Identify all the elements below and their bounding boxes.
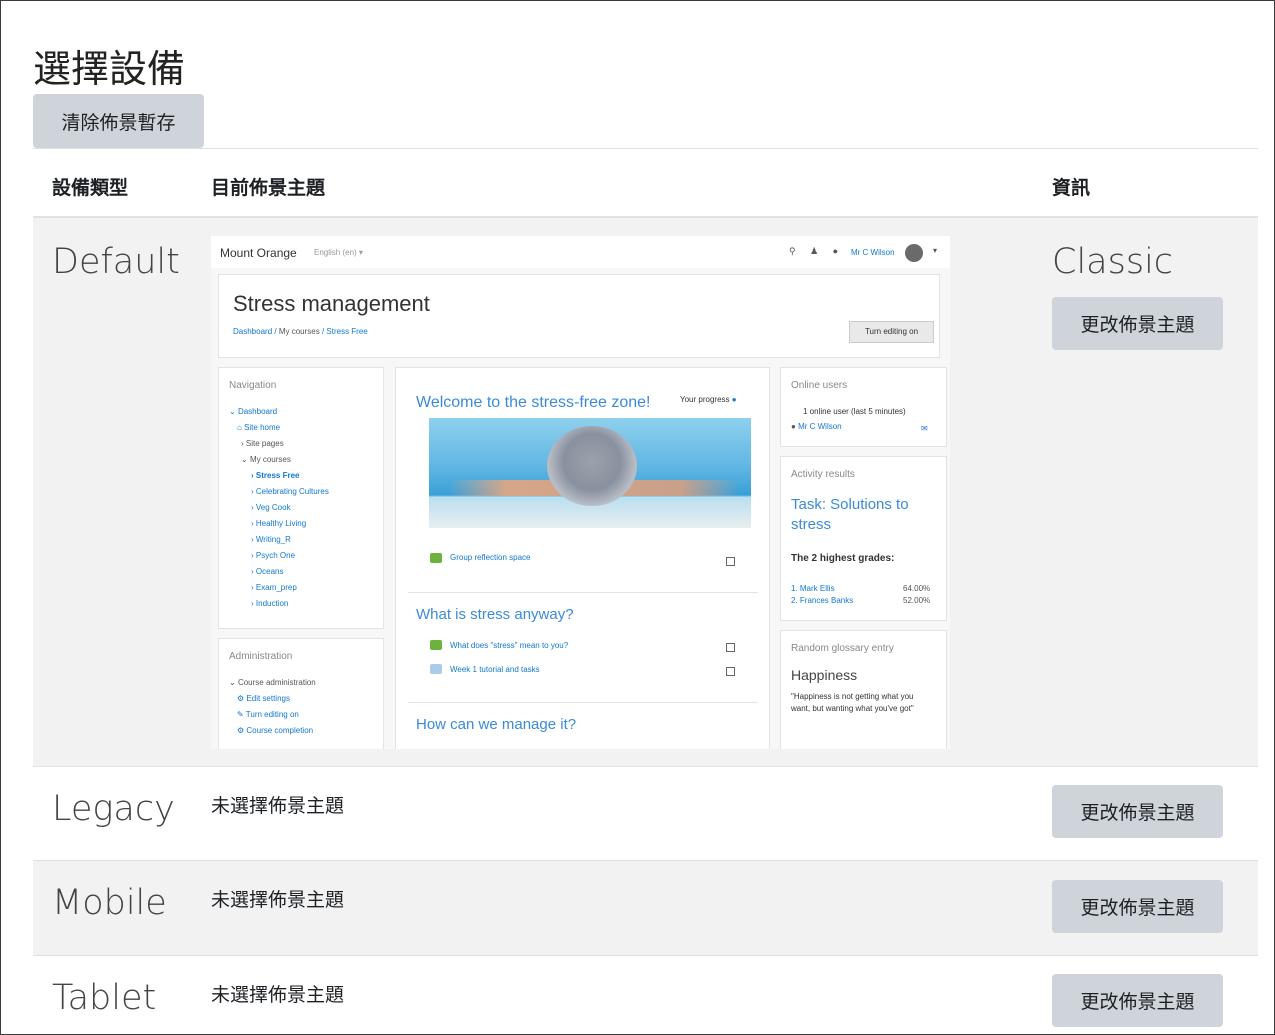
no-theme-selected: 未選擇佈景主題 (211, 889, 345, 911)
nav-item: ⌂ Site home (237, 423, 281, 432)
nav-item: › Induction (251, 599, 289, 608)
preview-progress: Your progress ● (680, 395, 737, 404)
preview-site-name: Mount Orange (220, 246, 297, 260)
preview-course-title: Stress management (233, 291, 430, 316)
preview-activity-title: Activity results (791, 469, 855, 480)
admin-item: ⚙ Edit settings (237, 694, 290, 703)
nav-item: › Stress Free (251, 471, 300, 480)
table-row-tablet: Tablet 未選擇佈景主題 更改佈景主題 (33, 956, 1258, 1035)
current-theme-name: Classic (1052, 242, 1174, 282)
avatar (905, 244, 923, 262)
preview-edit-button: Turn editing on (849, 321, 934, 343)
preview-activity-results-block: Activity results Task: Solutions to stre… (780, 456, 947, 621)
divider (408, 702, 758, 703)
nav-item: › Exam_prep (251, 583, 297, 592)
admin-item: ⌄ Course administration (229, 678, 316, 687)
device-name: Legacy (52, 789, 175, 829)
preview-highest-label: The 2 highest grades: (791, 553, 895, 564)
preview-main-content: Welcome to the stress-free zone! Your pr… (395, 367, 770, 749)
table-row-default: Default Mount Orange English (en) ▾ ⚲ ♟ … (33, 218, 1258, 767)
preview-navigation-block: Navigation ⌄ Dashboard ⌂ Site home › Sit… (218, 367, 384, 629)
no-theme-selected: 未選擇佈景主題 (211, 795, 345, 817)
pool-image-hat (547, 426, 637, 506)
table-row-legacy: Legacy 未選擇佈景主題 更改佈景主題 (33, 767, 1258, 861)
change-theme-button-tablet[interactable]: 更改佈景主題 (1052, 974, 1223, 1027)
page-title: 選擇設備 (33, 47, 186, 91)
message-icon: ✉ (921, 424, 928, 433)
admin-item: ✎ Turn editing on (237, 710, 299, 719)
breadcrumb: Dashboard / My courses / Stress Free (233, 327, 368, 336)
change-theme-button-legacy[interactable]: 更改佈景主題 (1052, 785, 1223, 838)
header-info: 資訊 (1052, 177, 1091, 199)
file-icon (430, 664, 442, 674)
preview-activity-3: Week 1 tutorial and tasks (450, 665, 540, 674)
checkbox-icon (726, 667, 735, 676)
preview-admin-title: Administration (229, 651, 293, 662)
checkbox-icon (726, 557, 735, 566)
change-theme-button-mobile[interactable]: 更改佈景主題 (1052, 880, 1223, 933)
preview-online-title: Online users (791, 380, 848, 391)
nav-item: › Celebrating Cultures (251, 487, 329, 496)
preview-glossary-term: Happiness (791, 667, 858, 683)
nav-item: › Healthy Living (251, 519, 307, 528)
preview-nav-icons: ⚲ ♟ ● (789, 246, 845, 256)
preview-welcome-title: Welcome to the stress-free zone! (416, 394, 651, 411)
preview-glossary-block: Random glossary entry Happiness "Happine… (780, 630, 947, 749)
table-header: 設備類型 目前佈景主題 資訊 (33, 148, 1258, 218)
preview-user-name: Mr C Wilson (851, 248, 895, 257)
forum-icon (430, 553, 442, 563)
nav-item: › Veg Cook (251, 503, 291, 512)
clear-theme-cache-button[interactable]: 清除佈景暫存 (33, 94, 204, 148)
preview-online-users-block: Online users 1 online user (last 5 minut… (780, 367, 947, 447)
preview-navbar: Mount Orange English (en) ▾ ⚲ ♟ ● Mr C W… (211, 236, 950, 268)
header-device-type: 設備類型 (52, 177, 129, 199)
header-current-theme: 目前佈景主題 (211, 177, 326, 199)
device-name: Default (52, 242, 180, 282)
admin-item: ⚙ Course completion (237, 726, 314, 735)
preview-glossary-quote: "Happiness is not getting what you want,… (791, 692, 914, 713)
preview-section-2: What is stress anyway? (416, 606, 574, 623)
preview-language: English (en) ▾ (314, 248, 363, 257)
nav-item: › Oceans (251, 567, 284, 576)
divider (408, 592, 758, 593)
device-theme-table: 設備類型 目前佈景主題 資訊 Default Mount Orange Engl… (33, 148, 1258, 1035)
preview-activity-1: Group reflection space (450, 553, 531, 562)
preview-grade-2-score: 52.00% (903, 596, 931, 605)
preview-administration-block: Administration ⌄ Course administration ⚙… (218, 638, 384, 749)
change-theme-button-default[interactable]: 更改佈景主題 (1052, 297, 1223, 350)
preview-task-title: Task: Solutions to stress (791, 496, 909, 533)
pool-image (429, 418, 751, 528)
nav-item: › Psych One (251, 551, 296, 560)
table-row-mobile: Mobile 未選擇佈景主題 更改佈景主題 (33, 861, 1258, 956)
preview-section-3: How can we manage it? (416, 716, 577, 733)
nav-item: ⌄ My courses (241, 455, 291, 464)
preview-nav-title: Navigation (229, 380, 277, 391)
no-theme-selected: 未選擇佈景主題 (211, 984, 345, 1006)
preview-glossary-title: Random glossary entry (791, 643, 894, 654)
forum-icon (430, 640, 442, 650)
preview-grade-2: 2. Frances Banks (791, 596, 854, 605)
device-name: Mobile (52, 883, 167, 923)
preview-course-header: Stress management Dashboard / My courses… (218, 274, 940, 358)
theme-preview-image: Mount Orange English (en) ▾ ⚲ ♟ ● Mr C W… (211, 236, 950, 749)
preview-online-user: ● Mr C Wilson (791, 422, 842, 431)
device-name: Tablet (52, 978, 157, 1018)
nav-item: ⌄ Dashboard (229, 407, 278, 416)
preview-activity-2: What does "stress" mean to you? (450, 641, 569, 650)
nav-item: › Writing_R (251, 535, 291, 544)
chevron-down-icon: ▾ (933, 246, 938, 255)
preview-online-summary: 1 online user (last 5 minutes) (803, 407, 906, 416)
checkbox-icon (726, 643, 735, 652)
nav-item: › Site pages (241, 439, 284, 448)
